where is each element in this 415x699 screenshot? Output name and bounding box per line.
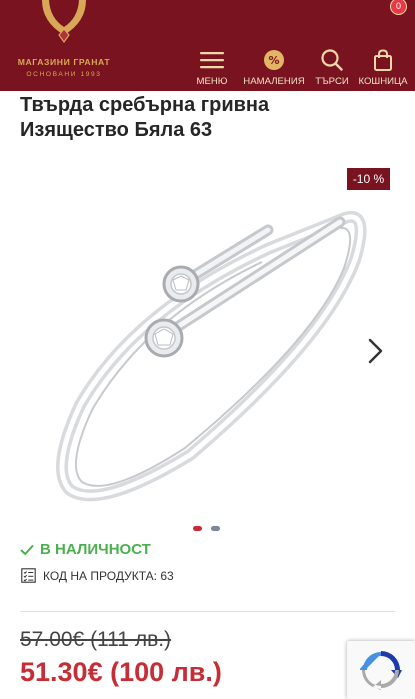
- product-title: Твърда сребърна гривна Изящество Бяла 63: [20, 93, 405, 143]
- discounts-label: НАМАЛЕНИЯ: [243, 76, 305, 87]
- search-icon: [321, 49, 343, 71]
- cart-count-badge[interactable]: 0: [390, 0, 407, 15]
- product-title-line-2: Изящество Бяла 63: [20, 119, 213, 141]
- logo-subtitle: ОСНОВАНИ 1993: [26, 71, 102, 78]
- product-title-line-1: Твърда сребърна гривна: [20, 94, 270, 116]
- discounts-button[interactable]: % НАМАЛЕНИЯ: [241, 49, 307, 91]
- menu-label: МЕНЮ: [196, 76, 228, 87]
- search-button[interactable]: ТЪРСИ: [313, 49, 351, 91]
- gallery-dot-1[interactable]: [193, 526, 202, 531]
- menu-button[interactable]: МЕНЮ: [192, 49, 232, 91]
- search-label: ТЪРСИ: [315, 76, 349, 87]
- cart-label: КОШНИЦА: [358, 76, 408, 87]
- discount-badge: -10 %: [347, 168, 390, 190]
- gallery-dot-2[interactable]: [211, 526, 220, 531]
- current-price: 51.30€ (100 лв.): [20, 657, 222, 687]
- checkmark-icon: [20, 545, 34, 555]
- product-code-label: КОД НА ПРОДУКТА:: [43, 569, 157, 583]
- cart-button[interactable]: КОШНИЦА: [355, 49, 411, 91]
- shopping-bag-icon: [374, 49, 392, 71]
- logo-name: МАГАЗИНИ ГРАНАТ: [17, 57, 111, 67]
- recaptcha-badge[interactable]: [347, 641, 415, 699]
- percent-icon: %: [264, 50, 284, 70]
- recaptcha-icon: [360, 651, 402, 690]
- stock-status-label: В НАЛИЧНОСТ: [40, 541, 151, 558]
- next-image-arrow-icon[interactable]: [363, 336, 387, 366]
- garnet-necklace-logo-icon: [42, 0, 86, 44]
- store-logo[interactable]: МАГАЗИНИ ГРАНАТ ОСНОВАНИ 1993: [10, 0, 118, 91]
- svg-text:%: %: [268, 54, 279, 67]
- divider: [20, 611, 395, 612]
- product-code-value: 63: [160, 569, 174, 583]
- checklist-icon: [21, 568, 36, 583]
- product-code-text: КОД НА ПРОДУКТА: 63: [43, 567, 174, 585]
- old-price: 57.00€ (111 лв.): [20, 628, 172, 651]
- silver-bangle-image[interactable]: [40, 190, 370, 520]
- hamburger-icon: [200, 52, 224, 69]
- site-header: МАГАЗИНИ ГРАНАТ ОСНОВАНИ 1993 МЕНЮ % НАМ…: [0, 0, 415, 91]
